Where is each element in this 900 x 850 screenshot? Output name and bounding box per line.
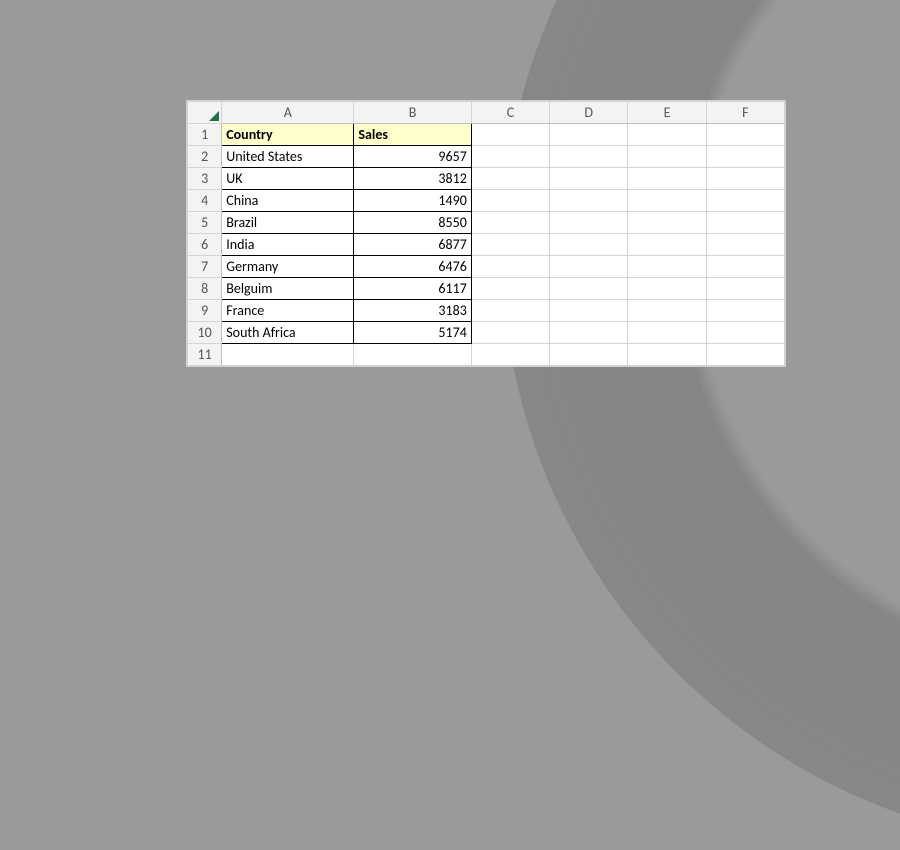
row-header-1[interactable]: 1	[188, 124, 222, 146]
row-header-3[interactable]: 3	[188, 168, 222, 190]
cell-C8[interactable]	[471, 278, 549, 300]
row-header-8[interactable]: 8	[188, 278, 222, 300]
cell-F2[interactable]	[706, 146, 784, 168]
cell-E11[interactable]	[628, 344, 706, 366]
cell-C2[interactable]	[471, 146, 549, 168]
cell-C5[interactable]	[471, 212, 549, 234]
cell-C3[interactable]	[471, 168, 549, 190]
table-row: 11	[188, 344, 785, 366]
cell-A2[interactable]: United States	[222, 146, 354, 168]
cell-F10[interactable]	[706, 322, 784, 344]
cell-A6[interactable]: India	[222, 234, 354, 256]
cell-C9[interactable]	[471, 300, 549, 322]
cell-A5[interactable]: Brazil	[222, 212, 354, 234]
cell-C1[interactable]	[471, 124, 549, 146]
cell-D11[interactable]	[550, 344, 628, 366]
table-row: 4China1490	[188, 190, 785, 212]
cell-A1[interactable]: Country	[222, 124, 354, 146]
table-row: 9France3183	[188, 300, 785, 322]
cell-D3[interactable]	[550, 168, 628, 190]
cell-B2[interactable]: 9657	[354, 146, 471, 168]
cell-C11[interactable]	[471, 344, 549, 366]
row-header-9[interactable]: 9	[188, 300, 222, 322]
cell-A11[interactable]	[222, 344, 354, 366]
cell-C6[interactable]	[471, 234, 549, 256]
cell-D2[interactable]	[550, 146, 628, 168]
cell-D5[interactable]	[550, 212, 628, 234]
cell-C7[interactable]	[471, 256, 549, 278]
cell-C4[interactable]	[471, 190, 549, 212]
cell-B5[interactable]: 8550	[354, 212, 471, 234]
cell-F1[interactable]	[706, 124, 784, 146]
cell-B7[interactable]: 6476	[354, 256, 471, 278]
cell-B10[interactable]: 5174	[354, 322, 471, 344]
cell-B8[interactable]: 6117	[354, 278, 471, 300]
cell-F8[interactable]	[706, 278, 784, 300]
cell-D8[interactable]	[550, 278, 628, 300]
cell-F7[interactable]	[706, 256, 784, 278]
cell-E2[interactable]	[628, 146, 706, 168]
cell-D9[interactable]	[550, 300, 628, 322]
cell-E5[interactable]	[628, 212, 706, 234]
cell-D7[interactable]	[550, 256, 628, 278]
row-header-2[interactable]: 2	[188, 146, 222, 168]
table-row: 8Belguim6117	[188, 278, 785, 300]
table-row: 3UK3812	[188, 168, 785, 190]
cell-F3[interactable]	[706, 168, 784, 190]
cell-D4[interactable]	[550, 190, 628, 212]
cell-F11[interactable]	[706, 344, 784, 366]
cell-E8[interactable]	[628, 278, 706, 300]
cell-E10[interactable]	[628, 322, 706, 344]
cell-A8[interactable]: Belguim	[222, 278, 354, 300]
column-header-row: A B C D E F	[188, 102, 785, 124]
cell-B6[interactable]: 6877	[354, 234, 471, 256]
cell-B4[interactable]: 1490	[354, 190, 471, 212]
cell-A9[interactable]: France	[222, 300, 354, 322]
table-row: 6India6877	[188, 234, 785, 256]
table-row: 7Germany6476	[188, 256, 785, 278]
cell-B3[interactable]: 3812	[354, 168, 471, 190]
cell-E4[interactable]	[628, 190, 706, 212]
cell-C10[interactable]	[471, 322, 549, 344]
cell-D1[interactable]	[550, 124, 628, 146]
row-header-6[interactable]: 6	[188, 234, 222, 256]
col-header-D[interactable]: D	[550, 102, 628, 124]
table-row: 5Brazil8550	[188, 212, 785, 234]
select-all-corner[interactable]	[188, 102, 222, 124]
table-row: 10South Africa5174	[188, 322, 785, 344]
row-header-11[interactable]: 11	[188, 344, 222, 366]
table-row: 1CountrySales	[188, 124, 785, 146]
cell-B9[interactable]: 3183	[354, 300, 471, 322]
cell-D10[interactable]	[550, 322, 628, 344]
cell-E9[interactable]	[628, 300, 706, 322]
cell-A4[interactable]: China	[222, 190, 354, 212]
col-header-F[interactable]: F	[706, 102, 784, 124]
col-header-B[interactable]: B	[354, 102, 471, 124]
col-header-A[interactable]: A	[222, 102, 354, 124]
col-header-C[interactable]: C	[471, 102, 549, 124]
spreadsheet: A B C D E F 1CountrySales2United States9…	[186, 100, 786, 367]
cell-B11[interactable]	[354, 344, 471, 366]
row-header-10[interactable]: 10	[188, 322, 222, 344]
row-header-7[interactable]: 7	[188, 256, 222, 278]
cell-F9[interactable]	[706, 300, 784, 322]
cell-F6[interactable]	[706, 234, 784, 256]
cell-A7[interactable]: Germany	[222, 256, 354, 278]
cell-D6[interactable]	[550, 234, 628, 256]
cell-E3[interactable]	[628, 168, 706, 190]
row-header-4[interactable]: 4	[188, 190, 222, 212]
col-header-E[interactable]: E	[628, 102, 706, 124]
cell-F5[interactable]	[706, 212, 784, 234]
cell-A10[interactable]: South Africa	[222, 322, 354, 344]
grid: A B C D E F 1CountrySales2United States9…	[187, 101, 785, 366]
table-row: 2United States9657	[188, 146, 785, 168]
cell-B1[interactable]: Sales	[354, 124, 471, 146]
cell-F4[interactable]	[706, 190, 784, 212]
cell-E1[interactable]	[628, 124, 706, 146]
cell-E7[interactable]	[628, 256, 706, 278]
row-header-5[interactable]: 5	[188, 212, 222, 234]
cell-A3[interactable]: UK	[222, 168, 354, 190]
cell-E6[interactable]	[628, 234, 706, 256]
